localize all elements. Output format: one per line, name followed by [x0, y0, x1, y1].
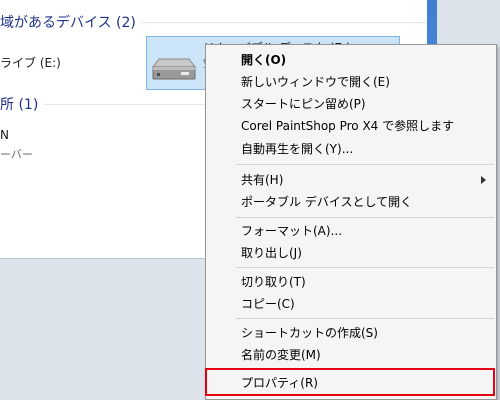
menu-item-create-shortcut[interactable]: ショートカットの作成(S): [206, 322, 496, 344]
menu-item-eject[interactable]: 取り出し(J): [206, 242, 496, 264]
menu-item-autoplay[interactable]: 自動再生を開く(Y)...: [206, 138, 496, 160]
menu-item-paintshop[interactable]: Corel PaintShop Pro X4 で参照します: [206, 115, 496, 137]
removable-drive-icon: [152, 58, 196, 80]
divider: [141, 22, 427, 23]
menu-separator: [236, 318, 494, 319]
network-item-sub: ーバー: [0, 148, 33, 161]
drive-label[interactable]: ライブ (E:): [0, 54, 61, 71]
submenu-arrow-icon: [481, 176, 486, 184]
menu-item-open-new-window[interactable]: 新しいウィンドウで開く(E): [206, 71, 496, 93]
menu-item-properties[interactable]: プロパティ(R): [206, 372, 496, 394]
menu-separator: [236, 217, 494, 218]
menu-item-format[interactable]: フォーマット(A)...: [206, 220, 496, 242]
menu-separator: [236, 164, 494, 165]
section-header-network[interactable]: 所 (1): [0, 94, 345, 114]
menu-separator: [236, 267, 494, 268]
network-item-name[interactable]: N: [0, 128, 9, 142]
section-header-devices-label: 域があるデバイス (2): [0, 15, 136, 31]
section-header-devices[interactable]: 域があるデバイス (2): [0, 12, 427, 32]
menu-item-open[interactable]: 開く(O): [206, 49, 496, 71]
menu-item-share-label: 共有(H): [241, 173, 284, 187]
menu-item-pin-to-start[interactable]: スタートにピン留め(P): [206, 93, 496, 115]
section-header-network-label: 所 (1): [0, 97, 39, 113]
menu-item-share[interactable]: 共有(H): [206, 169, 496, 191]
menu-item-rename[interactable]: 名前の変更(M): [206, 344, 496, 366]
menu-item-copy[interactable]: コピー(C): [206, 293, 496, 315]
menu-item-cut[interactable]: 切り取り(T): [206, 271, 496, 293]
menu-item-open-portable[interactable]: ポータブル デバイスとして開く: [206, 191, 496, 213]
menu-separator: [236, 369, 494, 370]
context-menu: 開く(O) 新しいウィンドウで開く(E) スタートにピン留め(P) Corel …: [205, 44, 497, 400]
